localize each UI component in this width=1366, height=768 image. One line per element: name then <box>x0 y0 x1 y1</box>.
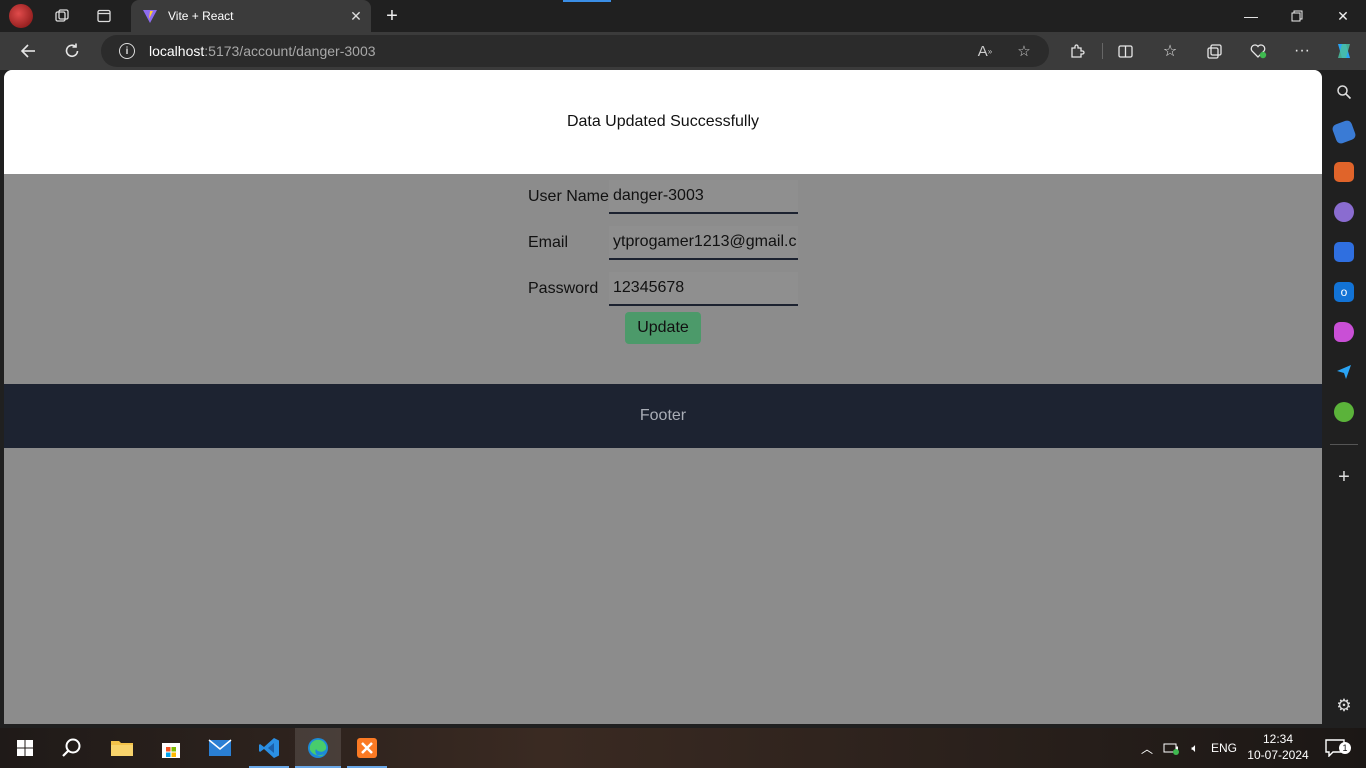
username-input[interactable]: danger-3003 <box>609 180 798 214</box>
xampp-icon[interactable] <box>344 728 390 768</box>
url-text: localhost:5173/account/danger-3003 <box>149 43 376 59</box>
copilot-icon[interactable] <box>1330 37 1358 65</box>
username-row: User Name danger-3003 <box>528 180 798 214</box>
browser-tab[interactable]: Vite + React ✕ <box>131 0 371 32</box>
footer-text: Footer <box>639 407 687 424</box>
password-input[interactable]: 12345678 <box>609 272 798 306</box>
microsoft-store-icon[interactable] <box>148 728 194 768</box>
address-bar[interactable]: i localhost:5173/account/danger-3003 A» … <box>101 35 1049 67</box>
language-indicator[interactable]: ENG <box>1210 728 1238 768</box>
tab-title: Vite + React <box>168 9 234 23</box>
tools-briefcase-icon[interactable] <box>1334 162 1354 182</box>
notification-count-badge: 1 <box>1339 742 1351 754</box>
games-icon[interactable] <box>1334 202 1354 222</box>
window-indicator <box>563 0 611 2</box>
windows-taskbar: ︿ 🔈︎ ENG 12:34 10-07-2024 1 <box>0 728 1366 768</box>
profile-avatar[interactable] <box>9 4 33 28</box>
tab-actions-icon[interactable] <box>92 4 116 28</box>
edge-taskbar-icon[interactable] <box>295 728 341 768</box>
navigation-bar: i localhost:5173/account/danger-3003 A» … <box>0 32 1366 70</box>
email-label: Email <box>528 234 569 251</box>
email-input[interactable]: ytprogamer1213@gmail.c <box>609 226 798 260</box>
vite-favicon-icon <box>143 10 157 23</box>
workspaces-icon[interactable] <box>50 4 74 28</box>
split-screen-icon[interactable] <box>1111 37 1139 65</box>
toast-message: Data Updated Successfully <box>566 113 760 130</box>
designer-icon[interactable] <box>1334 322 1354 342</box>
email-row: Email ytprogamer1213@gmail.c <box>528 226 798 260</box>
favorite-star-icon[interactable]: ☆ <box>1012 39 1036 63</box>
title-bar: Vite + React ✕ + — ✕ <box>0 0 1366 32</box>
add-sidebar-app-icon[interactable]: + <box>1334 466 1354 488</box>
account-form: User Name danger-3003 Email ytprogamer12… <box>4 174 1322 384</box>
username-label: User Name <box>528 188 609 205</box>
update-button[interactable]: Update <box>625 312 701 344</box>
volume-icon[interactable]: 🔈︎ <box>1184 728 1206 768</box>
collections-icon[interactable] <box>1200 37 1228 65</box>
mail-icon[interactable] <box>197 728 243 768</box>
shopping-tag-icon[interactable] <box>1331 119 1357 145</box>
clock-date: 10-07-2024 <box>1247 748 1309 762</box>
start-icon[interactable] <box>2 728 48 768</box>
show-hidden-icons-icon[interactable]: ︿ <box>1138 728 1156 768</box>
notification-center-icon[interactable]: 1 <box>1320 728 1351 768</box>
clock-time: 12:34 <box>1262 732 1294 746</box>
read-aloud-icon[interactable]: A» <box>973 39 997 63</box>
edge-sidebar: o + ⚙ <box>1322 70 1366 728</box>
restore-icon[interactable] <box>1274 0 1320 32</box>
password-row: Password 12345678 <box>528 272 798 306</box>
favorites-icon[interactable]: ☆ <box>1156 37 1184 65</box>
file-explorer-icon[interactable] <box>99 728 145 768</box>
settings-more-icon[interactable]: ··· <box>1288 37 1316 65</box>
close-window-icon[interactable]: ✕ <box>1320 0 1366 32</box>
extensions-icon[interactable] <box>1063 37 1091 65</box>
toolbar-divider <box>1102 43 1103 59</box>
battery-icon[interactable] <box>1161 728 1183 768</box>
success-toast: Data Updated Successfully <box>4 70 1322 174</box>
site-info-icon[interactable]: i <box>119 43 135 59</box>
sidebar-divider <box>1330 444 1358 445</box>
sidebar-settings-icon[interactable]: ⚙ <box>1334 696 1354 716</box>
taskbar-search-icon[interactable] <box>49 728 95 768</box>
refresh-icon[interactable] <box>58 37 86 65</box>
copilot-sidebar-icon[interactable] <box>1334 242 1354 262</box>
send-icon[interactable] <box>1334 362 1354 382</box>
vscode-icon[interactable] <box>246 728 292 768</box>
password-label: Password <box>528 280 599 297</box>
tree-icon[interactable] <box>1334 402 1354 422</box>
outlook-icon[interactable]: o <box>1334 282 1354 302</box>
page-viewport: Data Updated Successfully User Name dang… <box>4 70 1322 724</box>
close-tab-icon[interactable]: ✕ <box>345 5 367 27</box>
footer: Footer <box>4 384 1322 448</box>
back-icon[interactable] <box>14 37 42 65</box>
new-tab-icon[interactable]: + <box>380 4 404 28</box>
search-icon[interactable] <box>1334 82 1354 102</box>
clock[interactable]: 12:34 10-07-2024 <box>1246 731 1310 763</box>
browser-essentials-icon[interactable] <box>1244 37 1272 65</box>
minimize-icon[interactable]: — <box>1228 0 1274 32</box>
